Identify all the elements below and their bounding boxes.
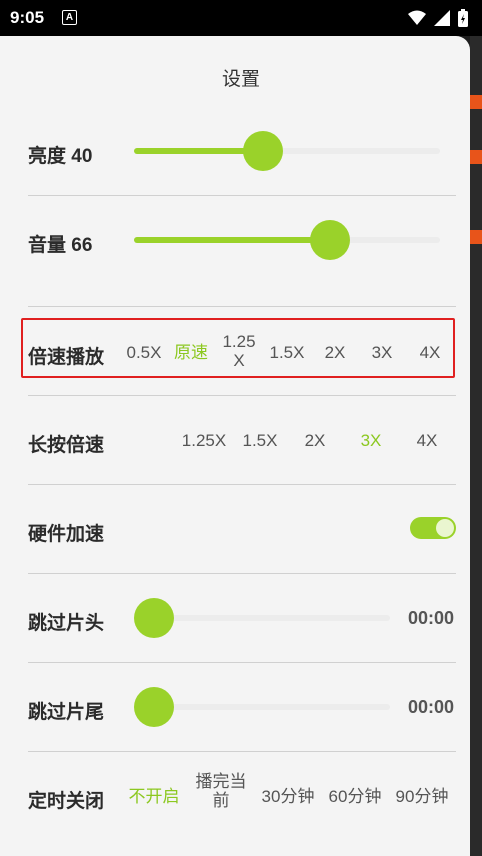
- volume-label: 音量 66: [28, 235, 93, 256]
- volume-slider[interactable]: [134, 220, 440, 260]
- skip-outro-time: 00:00: [407, 697, 454, 717]
- playback-speed-option[interactable]: 4X: [420, 343, 441, 362]
- status-icons: [408, 9, 468, 27]
- page-title: 设置: [221, 69, 260, 90]
- hardware-accel-toggle[interactable]: [410, 517, 456, 539]
- hardware-accel-label: 硬件加速: [28, 524, 105, 545]
- divider: [28, 306, 456, 307]
- playback-speed-option[interactable]: 2X: [325, 343, 346, 362]
- volume-slider-thumb[interactable]: [310, 220, 350, 260]
- sleep-timer-option[interactable]: 60分钟: [329, 787, 382, 806]
- playback-speed-option[interactable]: 3X: [372, 343, 393, 362]
- long-press-speed-option[interactable]: 2X: [305, 431, 326, 450]
- skip-intro-slider-thumb[interactable]: [134, 598, 174, 638]
- divider: [28, 395, 456, 396]
- signal-icon: [434, 10, 450, 26]
- skip-outro-slider-thumb[interactable]: [134, 687, 174, 727]
- sleep-timer-option[interactable]: 30分钟: [262, 787, 315, 806]
- skip-outro-slider[interactable]: [134, 687, 390, 727]
- divider: [28, 751, 456, 752]
- long-press-speed-option[interactable]: 4X: [417, 431, 438, 450]
- notification-icon: A: [62, 10, 77, 25]
- background-accent-3: [470, 230, 482, 244]
- divider: [28, 573, 456, 574]
- volume-slider-fill: [134, 237, 330, 243]
- brightness-slider[interactable]: [134, 131, 440, 171]
- skip-intro-slider[interactable]: [134, 598, 390, 638]
- battery-icon: [458, 9, 468, 27]
- background-accent-1: [470, 95, 482, 109]
- skip-intro-time: 00:00: [407, 608, 454, 628]
- playback-speed-option[interactable]: 0.5X: [127, 343, 162, 362]
- divider: [28, 662, 456, 663]
- brightness-label: 亮度 40: [28, 146, 93, 167]
- toggle-knob: [436, 519, 454, 537]
- sleep-timer-option[interactable]: 播完当 前: [196, 772, 247, 810]
- long-press-speed-option[interactable]: 1.5X: [243, 431, 278, 450]
- long-press-speed-option[interactable]: 1.25X: [182, 431, 226, 450]
- status-time: 9:05: [10, 8, 45, 27]
- playback-speed-option[interactable]: 1.25 X: [222, 332, 255, 370]
- playback-speed-label: 倍速播放: [28, 347, 105, 368]
- playback-speed-option[interactable]: 1.5X: [270, 343, 305, 362]
- background-accent-2: [470, 150, 482, 164]
- sleep-timer-option[interactable]: 90分钟: [396, 787, 449, 806]
- brightness-slider-thumb[interactable]: [243, 131, 283, 171]
- playback-speed-option[interactable]: 原速: [174, 343, 208, 362]
- divider: [28, 484, 456, 485]
- long-press-speed-option[interactable]: 3X: [361, 431, 382, 450]
- skip-outro-label: 跳过片尾: [28, 702, 105, 723]
- sleep-timer-option[interactable]: 不开启: [129, 787, 180, 806]
- skip-intro-label: 跳过片头: [28, 613, 105, 634]
- status-bar: 9:05 A: [0, 0, 482, 36]
- wifi-icon: [408, 10, 426, 25]
- sleep-timer-label: 定时关闭: [28, 791, 105, 812]
- long-press-speed-label: 长按倍速: [28, 435, 105, 456]
- divider: [28, 195, 456, 196]
